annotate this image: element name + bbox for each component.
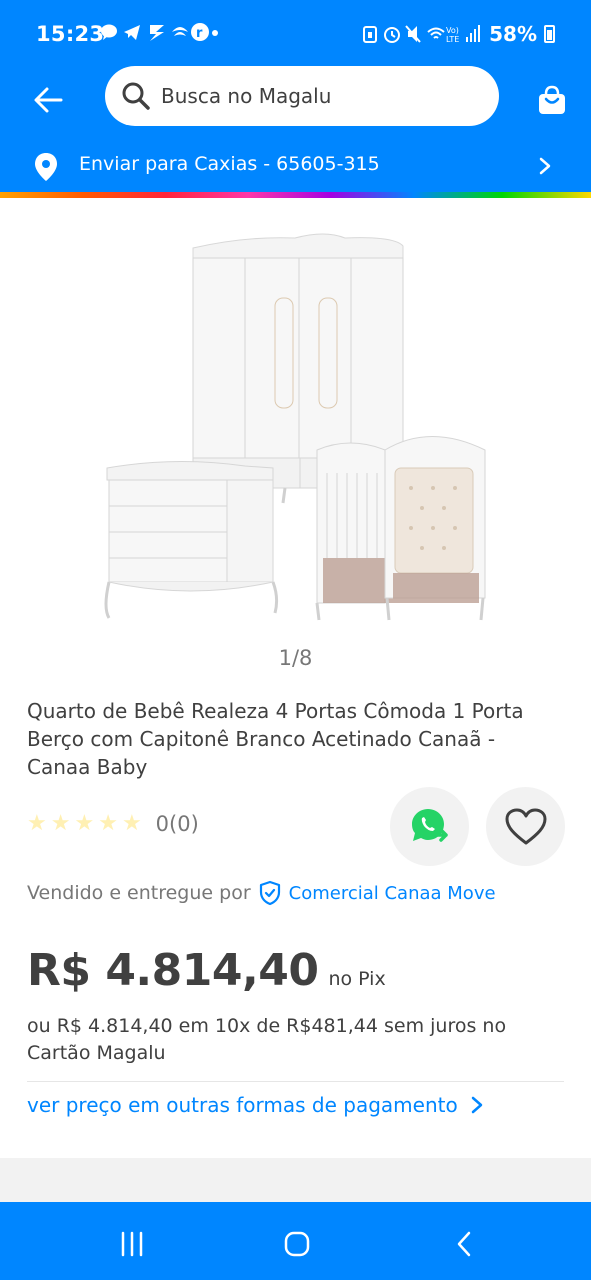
arrow-left-icon bbox=[34, 87, 63, 113]
notification-icons-group: r bbox=[101, 23, 218, 41]
other-payment-options-label: ver preço em outras formas de pagamento bbox=[27, 1093, 458, 1117]
search-icon bbox=[122, 82, 150, 110]
product-image bbox=[104, 233, 486, 621]
seller-label: Vendido e entregue por bbox=[27, 882, 251, 904]
battery-icon bbox=[544, 25, 555, 43]
rating-stars: ★ ★ ★ ★ ★ bbox=[27, 813, 142, 835]
status-bar: 15:23 r Vo) LTE 58% bbox=[0, 0, 591, 70]
verified-shield-icon bbox=[259, 880, 280, 906]
product-gallery[interactable] bbox=[0, 200, 591, 640]
chevron-right-icon bbox=[539, 157, 551, 175]
divider bbox=[27, 1081, 564, 1082]
notification-icons: r bbox=[100, 22, 218, 49]
price-row: R$ 4.814,40 no Pix bbox=[27, 945, 386, 996]
cart-button[interactable] bbox=[532, 80, 572, 120]
star-icon: ★ bbox=[74, 811, 95, 836]
status-time: 15:23 bbox=[36, 22, 105, 46]
share-whatsapp-button[interactable] bbox=[390, 787, 469, 866]
back-chevron-icon bbox=[457, 1231, 471, 1257]
star-icon: ★ bbox=[121, 811, 142, 836]
recent-apps-button[interactable] bbox=[112, 1224, 152, 1264]
system-navigation-bar bbox=[0, 1202, 591, 1280]
recent-apps-icon bbox=[121, 1231, 143, 1257]
product-price: R$ 4.814,40 bbox=[27, 945, 319, 996]
star-icon: ★ bbox=[27, 811, 47, 836]
heart-icon bbox=[505, 808, 546, 844]
search-input[interactable] bbox=[161, 84, 481, 108]
chevron-right-icon bbox=[471, 1096, 482, 1114]
section-separator bbox=[0, 1158, 591, 1202]
brand-rainbow-divider bbox=[0, 192, 591, 198]
price-payment-method: no Pix bbox=[328, 968, 386, 990]
star-icon: ★ bbox=[98, 811, 118, 836]
app-header: 15:23 r Vo) LTE 58% Busca no Magalu Envi… bbox=[0, 0, 591, 192]
location-pin-icon bbox=[35, 153, 57, 181]
seller-name-link[interactable]: Comercial Canaa Move bbox=[289, 883, 496, 904]
battery-level: 58% bbox=[489, 22, 537, 46]
delivery-location-row[interactable]: Enviar para Caxias - 65605-315 bbox=[0, 140, 591, 190]
seller-info: Vendido e entregue por Comercial Canaa M… bbox=[27, 880, 496, 906]
product-title: Quarto de Bebê Realeza 4 Portas Cômoda 1… bbox=[27, 699, 524, 779]
shopping-bag-icon bbox=[539, 85, 565, 114]
rating-count: 0(0) bbox=[155, 812, 199, 836]
svg-text:LTE: LTE bbox=[446, 35, 459, 44]
search-bar[interactable] bbox=[105, 66, 499, 126]
star-icon: ★ bbox=[50, 811, 71, 836]
svg-text:r: r bbox=[196, 26, 207, 41]
system-back-button[interactable] bbox=[444, 1224, 484, 1264]
product-rating[interactable]: ★ ★ ★ ★ ★ 0(0) bbox=[27, 812, 199, 836]
other-payment-options-link[interactable]: ver preço em outras formas de pagamento bbox=[27, 1093, 484, 1117]
gallery-page-indicator: 1/8 bbox=[278, 646, 313, 670]
home-icon bbox=[284, 1231, 310, 1257]
back-button[interactable] bbox=[28, 80, 68, 120]
delivery-location-text: Enviar para Caxias - 65605-315 bbox=[79, 153, 380, 175]
whatsapp-share-icon bbox=[411, 808, 448, 842]
installments-text: ou R$ 4.814,40 em 10x de R$481,44 sem ju… bbox=[27, 1015, 507, 1064]
home-button[interactable] bbox=[277, 1224, 317, 1264]
system-status: Vo) LTE 58% bbox=[362, 22, 555, 46]
svg-text:Vo): Vo) bbox=[446, 26, 459, 35]
system-status-icons: Vo) LTE bbox=[363, 25, 481, 44]
favorite-button[interactable] bbox=[486, 787, 565, 866]
